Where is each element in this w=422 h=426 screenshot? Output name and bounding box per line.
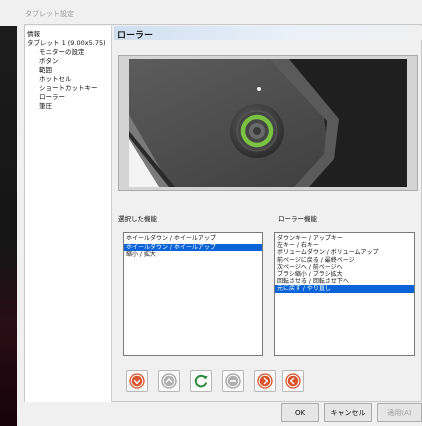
arrow-left-circle-icon bbox=[285, 373, 301, 389]
section-header: ローラー bbox=[114, 26, 422, 41]
arrow-down-circle-icon bbox=[129, 373, 145, 389]
tree-item-roller[interactable]: ローラー bbox=[39, 93, 65, 101]
arrow-up-circle-icon bbox=[161, 373, 177, 389]
reset-button[interactable] bbox=[190, 370, 212, 392]
roller-functions-label: ローラー機能 bbox=[278, 215, 317, 223]
move-down-button[interactable] bbox=[126, 370, 148, 392]
tree-item-monitor[interactable]: モニターの設定 bbox=[39, 48, 85, 56]
tree-item-shortcut[interactable]: ショートカットキー bbox=[39, 84, 98, 92]
tablet-illustration bbox=[129, 59, 407, 187]
list-item[interactable]: 前ページに戻る / 最終ページ bbox=[275, 257, 414, 264]
list-item[interactable]: 縮小 / 拡大 bbox=[124, 251, 262, 258]
settings-tree: 情報 タブレット 1 (9.00x5.75) モニターの設定 ボタン 範囲 ホッ… bbox=[25, 26, 112, 402]
arrow-right-circle-icon bbox=[257, 373, 273, 389]
roller-preview bbox=[118, 55, 418, 191]
tree-item-pressure[interactable]: 筆圧 bbox=[39, 102, 52, 110]
list-item[interactable]: ボリュームダウン / ボリュームアップ bbox=[275, 249, 414, 256]
tree-item-area[interactable]: 範囲 bbox=[39, 66, 52, 74]
remove-left-button[interactable] bbox=[282, 370, 304, 392]
window-title: タブレット設定 bbox=[25, 10, 74, 18]
selected-functions-label: 選択した機能 bbox=[118, 215, 157, 223]
tree-item-tablet[interactable]: タブレット 1 (9.00x5.75) bbox=[27, 39, 106, 47]
tree-item-info[interactable]: 情報 bbox=[27, 30, 40, 38]
tree-item-buttons[interactable]: ボタン bbox=[39, 57, 59, 65]
list-item[interactable]: ホイールダウン / ホイールアップ bbox=[124, 235, 262, 242]
section-title: ローラー bbox=[117, 31, 154, 41]
remove-button[interactable] bbox=[222, 370, 244, 392]
selected-functions-list[interactable]: ホイールダウン / ホイールアップ ホイールダウン / ホイールアップ 縮小 /… bbox=[123, 232, 263, 356]
roller-functions-list[interactable]: ダウンキー / アップキー 左キー / 右キー ボリュームダウン / ボリューム… bbox=[274, 232, 415, 356]
cancel-button[interactable]: キャンセル bbox=[324, 403, 372, 422]
remove-circle-icon bbox=[225, 373, 241, 389]
move-up-button[interactable] bbox=[158, 370, 180, 392]
ok-button[interactable]: OK bbox=[281, 403, 319, 422]
list-item[interactable]: 次ページへ / 前ページへ bbox=[275, 264, 414, 271]
tree-item-hotcell[interactable]: ホットセル bbox=[39, 75, 72, 83]
add-button[interactable] bbox=[254, 370, 276, 392]
list-item-selected[interactable]: 元に戻す / やり直し bbox=[275, 285, 414, 293]
apply-button[interactable]: 適用(A) bbox=[377, 403, 422, 422]
refresh-icon bbox=[194, 374, 208, 388]
background-strip bbox=[0, 26, 17, 426]
